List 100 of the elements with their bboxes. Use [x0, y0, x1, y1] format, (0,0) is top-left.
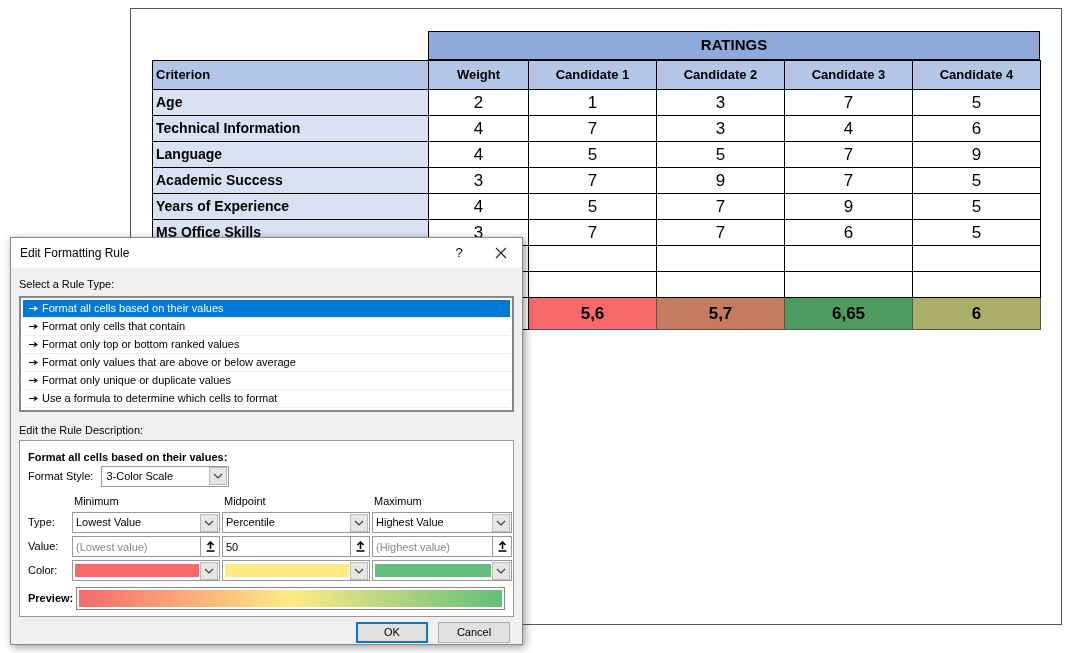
row-label: Value: [28, 539, 60, 555]
rule-type-item[interactable]: Format only top or bottom ranked values [23, 335, 510, 354]
type-dropdown[interactable]: Percentile [222, 512, 370, 533]
dialog-button[interactable]: Cancel [438, 622, 510, 643]
preview-label: Preview: [28, 591, 74, 607]
upload-arrow-icon [497, 541, 507, 552]
description-heading: Format all cells based on their values: [28, 450, 229, 465]
column-header-cell: Criterion [153, 60, 429, 90]
total-cell: 5,6 [529, 298, 657, 330]
criterion-cell: Technical Information [153, 116, 429, 142]
value-field[interactable]: (Lowest value) [72, 536, 200, 557]
color-dropdown[interactable] [72, 560, 220, 581]
column-header-cell: Candidate 2 [657, 60, 785, 90]
table-cell: 4 [429, 116, 529, 142]
table-cell: 1 [529, 90, 657, 116]
column-label: Midpoint [223, 493, 267, 509]
rule-type-item[interactable]: Format only values that are above or below average [23, 353, 510, 372]
value-field[interactable]: 50 [222, 536, 350, 557]
total-cell: 6,65 [785, 298, 913, 330]
upload-arrow-icon [205, 541, 215, 552]
rule-type-item[interactable]: Use a formula to determine which cells to format [23, 389, 510, 408]
type-dropdown[interactable]: Highest Value [372, 512, 512, 533]
dropdown-button[interactable] [350, 561, 368, 580]
column-header-cell: Weight [429, 60, 529, 90]
collapse-button[interactable] [200, 536, 220, 557]
format-style-dropdown[interactable]: 3-Color Scale [101, 465, 230, 487]
arrow-bullet-icon [29, 323, 38, 329]
arrow-bullet-icon [29, 305, 38, 311]
arrow-bullet-icon [29, 377, 38, 383]
chevron-down-icon [496, 519, 506, 526]
table-cell: 4 [429, 194, 529, 220]
table-cell: 5 [529, 194, 657, 220]
table-cell: 7 [657, 220, 785, 246]
table-cell: 6 [785, 220, 913, 246]
section-label: Edit the Rule Description: [19, 422, 145, 438]
table-cell: 5 [657, 142, 785, 168]
arrow-bullet-icon [29, 395, 38, 401]
chevron-down-icon [204, 567, 214, 574]
collapse-button[interactable] [492, 536, 512, 557]
upload-arrow-icon [355, 541, 365, 552]
table-cell: 9 [657, 168, 785, 194]
dropdown-button[interactable] [492, 513, 510, 532]
row-label: Color: [28, 563, 59, 579]
table-cell: 4 [429, 142, 529, 168]
arrow-bullet-icon [29, 341, 38, 347]
rule-type-item[interactable]: Format only cells that contain [23, 317, 510, 336]
table-cell: 5 [529, 142, 657, 168]
collapse-button[interactable] [350, 536, 370, 557]
dropdown-button[interactable] [209, 467, 228, 485]
dropdown-button[interactable] [492, 561, 510, 580]
table-cell: 9 [913, 142, 1041, 168]
help-button[interactable]: ? [444, 243, 474, 263]
table-cell: 6 [913, 116, 1041, 142]
column-header-cell: Candidate 3 [785, 60, 913, 90]
ratings-header-cell: RATINGS [428, 31, 1040, 60]
arrow-bullet-icon [29, 359, 38, 365]
criterion-cell: Language [153, 142, 429, 168]
table-cell: 5 [913, 168, 1041, 194]
rule-type-item[interactable]: Format all cells based on their values [23, 299, 510, 318]
table-cell: 4 [785, 116, 913, 142]
row-label: Type: [28, 515, 56, 531]
column-label: Maximum [373, 493, 423, 509]
table-cell: 7 [785, 90, 913, 116]
dropdown-button[interactable] [200, 561, 218, 580]
column-label: Minimum [73, 493, 120, 509]
table-cell: 9 [785, 194, 913, 220]
total-cell: 5,7 [657, 298, 785, 330]
table-cell: 5 [913, 194, 1041, 220]
total-cell: 6 [913, 298, 1041, 330]
criterion-cell: Academic Success [153, 168, 429, 194]
table-cell: 7 [657, 194, 785, 220]
table-cell: 3 [429, 168, 529, 194]
table-cell: 7 [529, 116, 657, 142]
chevron-down-icon [354, 519, 364, 526]
dropdown-button[interactable] [200, 513, 218, 532]
criterion-cell: Years of Experience [153, 194, 429, 220]
value-field[interactable]: (Highest value) [372, 536, 492, 557]
dialog-button[interactable]: OK [356, 622, 428, 643]
type-dropdown[interactable]: Lowest Value [72, 512, 220, 533]
table-cell: 5 [913, 220, 1041, 246]
dropdown-button[interactable] [350, 513, 368, 532]
criterion-cell: Age [153, 90, 429, 116]
table-cell: 3 [657, 90, 785, 116]
chevron-down-icon [204, 519, 214, 526]
color-dropdown[interactable] [222, 560, 370, 581]
format-style-label: Format Style: [28, 468, 94, 484]
section-label: Select a Rule Type: [19, 277, 116, 292]
close-icon [495, 247, 507, 259]
column-header-cell: Candidate 1 [529, 60, 657, 90]
chevron-down-icon [496, 567, 506, 574]
table-cell: 7 [529, 220, 657, 246]
chevron-down-icon [354, 567, 364, 574]
dialog-title: Edit Formatting Rule [20, 245, 131, 262]
table-cell: 5 [913, 90, 1041, 116]
rule-type-item[interactable]: Format only unique or duplicate values [23, 371, 510, 390]
color-dropdown[interactable] [372, 560, 512, 581]
chevron-down-icon [213, 473, 224, 479]
column-header-cell: Candidate 4 [913, 60, 1041, 90]
table-cell: 7 [529, 168, 657, 194]
table-cell: 7 [785, 168, 913, 194]
